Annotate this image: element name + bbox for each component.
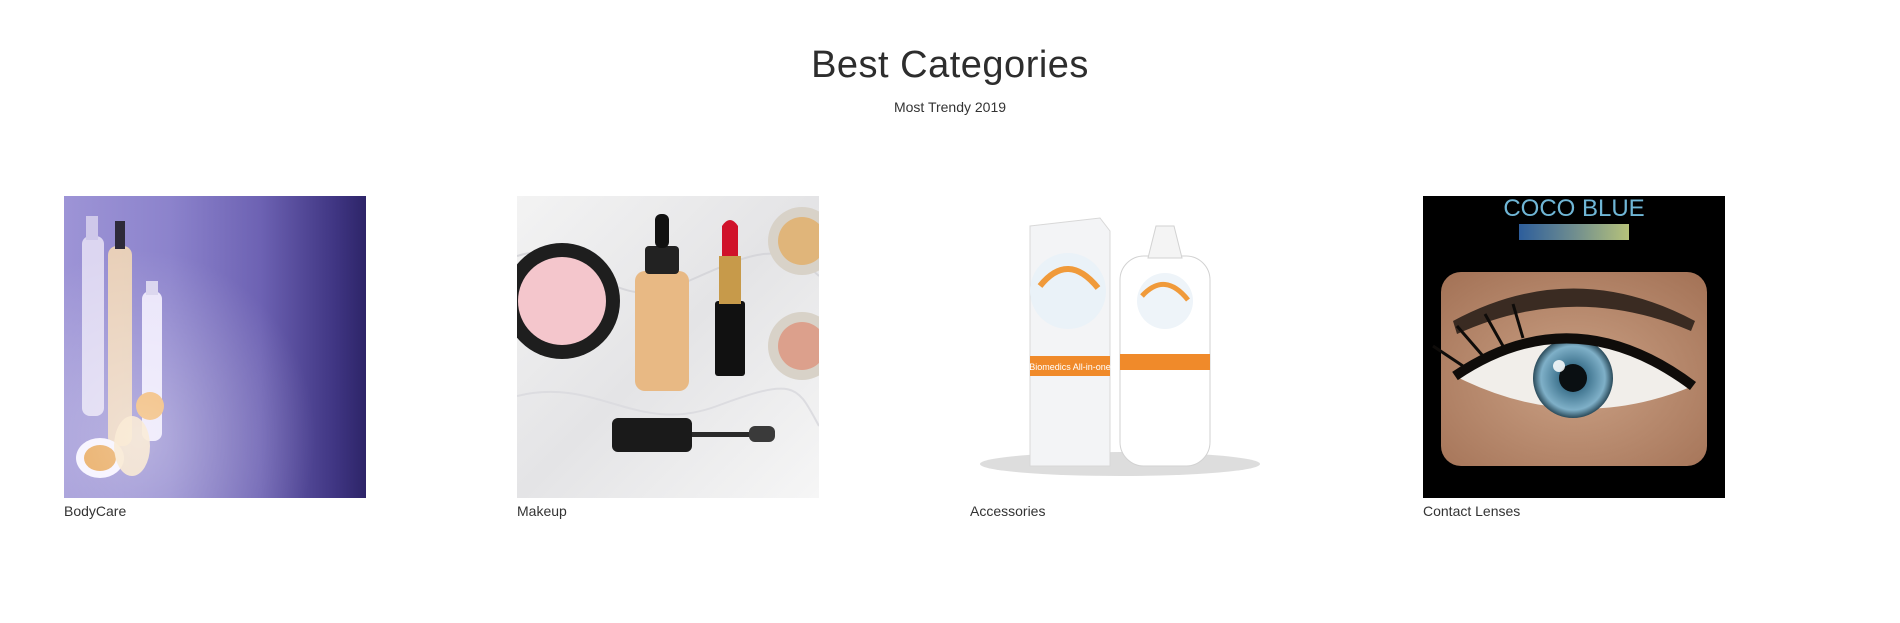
section-title: Best Categories: [811, 44, 1089, 86]
category-card-bodycare[interactable]: BodyCare: [64, 196, 366, 520]
category-label[interactable]: BodyCare: [64, 502, 366, 520]
contact-lens-eye-image[interactable]: COCO BLUE: [1423, 196, 1725, 498]
bodycare-products-image[interactable]: [64, 196, 366, 498]
lenses-brand-text: COCO BLUE: [1503, 196, 1644, 222]
section-heading: Best Categories Most Trendy 2019: [0, 42, 1900, 116]
category-grid: BodyCare Makeup Biomedics All-in-one Acc…: [0, 196, 1900, 536]
accessories-product-text: Biomedics All-in-one: [1029, 362, 1111, 372]
category-card-contact-lenses[interactable]: COCO BLUE Contact Lenses: [1423, 196, 1725, 520]
section-subtitle: Most Trendy 2019: [893, 99, 1007, 115]
category-label[interactable]: Accessories: [970, 502, 1272, 520]
category-card-makeup[interactable]: Makeup: [517, 196, 819, 520]
category-card-accessories[interactable]: Biomedics All-in-one Accessories: [970, 196, 1272, 520]
category-label[interactable]: Contact Lenses: [1423, 502, 1725, 520]
category-label[interactable]: Makeup: [517, 502, 819, 520]
makeup-products-image[interactable]: [517, 196, 819, 498]
lens-solution-image[interactable]: Biomedics All-in-one: [970, 196, 1272, 498]
